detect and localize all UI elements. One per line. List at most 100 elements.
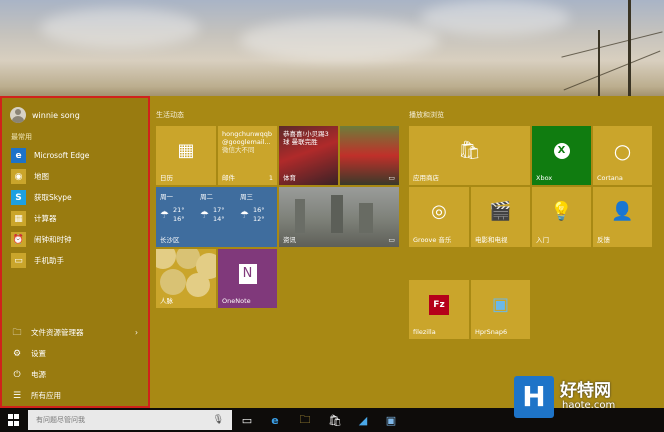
start-button[interactable] xyxy=(4,410,24,430)
store-icon: 🛍 xyxy=(458,139,481,161)
weather-high: 21° xyxy=(172,206,185,214)
weather-day: 周二 ☂ 17° 14° xyxy=(200,193,236,224)
cloudy-rain-icon: ☂ xyxy=(200,209,209,221)
windows-logo-pane xyxy=(8,420,13,426)
groove-icon: ◎ xyxy=(431,201,447,223)
edge-taskbar-icon[interactable]: e xyxy=(266,411,284,429)
most-used-label: 最常用 xyxy=(11,133,32,141)
chevron-right-icon: › xyxy=(135,328,138,337)
start-bottom-item[interactable]: ⏻ 电源 xyxy=(2,364,148,385)
clapperboard-icon: 🎬 xyxy=(489,201,512,223)
start-bottom-item[interactable]: ☰ 所有应用 xyxy=(2,385,148,406)
start-bottom-item[interactable]: 🗀 文件资源管理器 › xyxy=(2,322,148,343)
tile-people[interactable]: 人脉 xyxy=(156,249,216,308)
start-app-label: 获取Skype xyxy=(34,193,72,202)
store-taskbar-icon[interactable]: 🛍 xyxy=(326,411,344,429)
tile-label: 反馈 xyxy=(597,236,610,244)
search-box[interactable]: 有问题尽管问我 🎙 xyxy=(28,410,232,430)
cloud xyxy=(420,0,570,36)
weather-low: 16° xyxy=(172,215,185,223)
phone-assistant-icon: ▭ xyxy=(11,253,26,268)
tile-onenote[interactable]: N OneNote xyxy=(218,249,277,308)
tile-label: 入门 xyxy=(536,236,549,244)
start-app-label: 手机助手 xyxy=(34,256,64,265)
tile-label: 邮件 xyxy=(222,174,235,182)
power-icon: ⏻ xyxy=(13,369,21,380)
tile-xbox[interactable]: X Xbox xyxy=(532,126,591,185)
watermark-logo: H xyxy=(514,376,554,418)
tile-weather[interactable]: 周一 ☂ 21° 16° 周二 ☂ 17° 14° 周三 ☂ 16° 12° 长沙区 xyxy=(156,187,277,247)
weather-day-name: 周三 xyxy=(240,193,253,201)
weather-temps: 16° 12° xyxy=(253,206,265,224)
tile-label: 资讯 xyxy=(283,236,296,244)
avatar xyxy=(10,107,26,123)
group-label-life: 生活动态 xyxy=(156,111,184,119)
photo-taskbar-icon[interactable]: ▣ xyxy=(382,411,400,429)
mail-address: @googlemail... xyxy=(222,138,271,146)
mail-sender: hongchunwqqb xyxy=(222,130,272,138)
tile-label: HprSnap6 xyxy=(475,328,508,336)
start-left-pane: winnie song 最常用 e Microsoft Edge ◉ 地图 S 获取Sky… xyxy=(0,96,150,408)
windows-logo-icon xyxy=(8,414,13,419)
weather-high: 16° xyxy=(252,206,265,214)
most-used-list: e Microsoft Edge ◉ 地图 S 获取Skype ▦ 计算器 ⏰ 闹钟和时钟 ▭ 手机助… xyxy=(2,145,148,271)
start-app-item[interactable]: ▭ 手机助手 xyxy=(2,250,148,271)
tile-label: Xbox xyxy=(536,174,553,182)
tile-mail[interactable]: hongchunwqqb @googlemail... 微信大不同 邮件 1 xyxy=(218,126,277,185)
power-mast xyxy=(628,0,631,96)
tile-calendar[interactable]: ▦ 日历 xyxy=(156,126,216,185)
people-photo-circle xyxy=(160,269,186,295)
start-app-item[interactable]: S 获取Skype xyxy=(2,187,148,208)
task-view-icon[interactable]: ▭ xyxy=(238,411,256,429)
tile-store[interactable]: 🛍 应用商店 xyxy=(409,126,530,185)
microphone-icon[interactable]: 🎙 xyxy=(213,415,224,425)
tile-label: filezilla xyxy=(413,328,436,336)
calendar-icon: ▦ xyxy=(177,139,195,161)
start-app-item[interactable]: ▦ 计算器 xyxy=(2,208,148,229)
people-photo-circle xyxy=(156,249,176,269)
cloud xyxy=(240,18,440,62)
maps-icon: ◉ xyxy=(11,169,26,184)
file-explorer-icon: 🗀 xyxy=(12,327,22,338)
user-account[interactable]: winnie song xyxy=(2,104,148,126)
start-app-item[interactable]: ⏰ 闹钟和时钟 xyxy=(2,229,148,250)
tile-photos[interactable]: ▭ xyxy=(340,126,399,185)
tile-hprsnap[interactable]: ▣ HprSnap6 xyxy=(471,280,530,339)
user-name: winnie song xyxy=(32,110,80,120)
news-icon: ▭ xyxy=(388,236,395,244)
cloudy-rain-icon: ☂ xyxy=(160,209,169,221)
tile-filezilla[interactable]: Fz filezilla xyxy=(409,280,469,339)
weather-day-name: 周一 xyxy=(160,193,173,201)
file-explorer-taskbar-icon[interactable]: 🗀 xyxy=(296,411,314,429)
start-app-label: 计算器 xyxy=(34,214,57,223)
tile-get-started[interactable]: 💡 入门 xyxy=(532,187,591,247)
app-taskbar-icon[interactable]: ◢ xyxy=(354,411,372,429)
tile-feedback[interactable]: 👤 反馈 xyxy=(593,187,652,247)
start-bottom-list: 🗀 文件资源管理器 › ⚙ 设置 ⏻ 电源 ☰ 所有应用 xyxy=(2,322,148,406)
start-app-item[interactable]: ◉ 地图 xyxy=(2,166,148,187)
building xyxy=(295,199,305,233)
power-line xyxy=(563,50,661,91)
tile-movies-tv[interactable]: 🎬 电影和电视 xyxy=(471,187,530,247)
windows-logo-pane xyxy=(14,420,19,426)
power-line xyxy=(561,31,663,58)
tile-cortana[interactable]: ○ Cortana xyxy=(593,126,652,185)
start-bottom-item[interactable]: ⚙ 设置 xyxy=(2,343,148,364)
start-bottom-label: 文件资源管理器 xyxy=(31,328,84,337)
settings-gear-icon: ⚙ xyxy=(12,348,22,359)
start-app-item[interactable]: e Microsoft Edge xyxy=(2,145,148,166)
cloudy-rain-icon: ☂ xyxy=(240,209,249,221)
alarm-clock-icon: ⏰ xyxy=(11,232,26,247)
mail-subject: 微信大不同 xyxy=(222,146,255,154)
start-app-label: 地图 xyxy=(34,172,49,181)
tile-label: 长沙区 xyxy=(160,236,180,244)
start-bottom-label: 设置 xyxy=(31,349,46,358)
search-placeholder: 有问题尽管问我 xyxy=(36,416,85,424)
tile-groove[interactable]: ◎ Groove 音乐 xyxy=(409,187,469,247)
weather-low: 14° xyxy=(212,215,225,223)
weather-temps: 17° 14° xyxy=(213,206,225,224)
tile-sports[interactable]: 恭喜喜!小贝踢3球 曼联完胜 体育 xyxy=(279,126,338,185)
watermark-text: 好特网 xyxy=(560,381,611,401)
tile-news[interactable]: 资讯 ▭ xyxy=(279,187,399,247)
weather-day-name: 周二 xyxy=(200,193,213,201)
